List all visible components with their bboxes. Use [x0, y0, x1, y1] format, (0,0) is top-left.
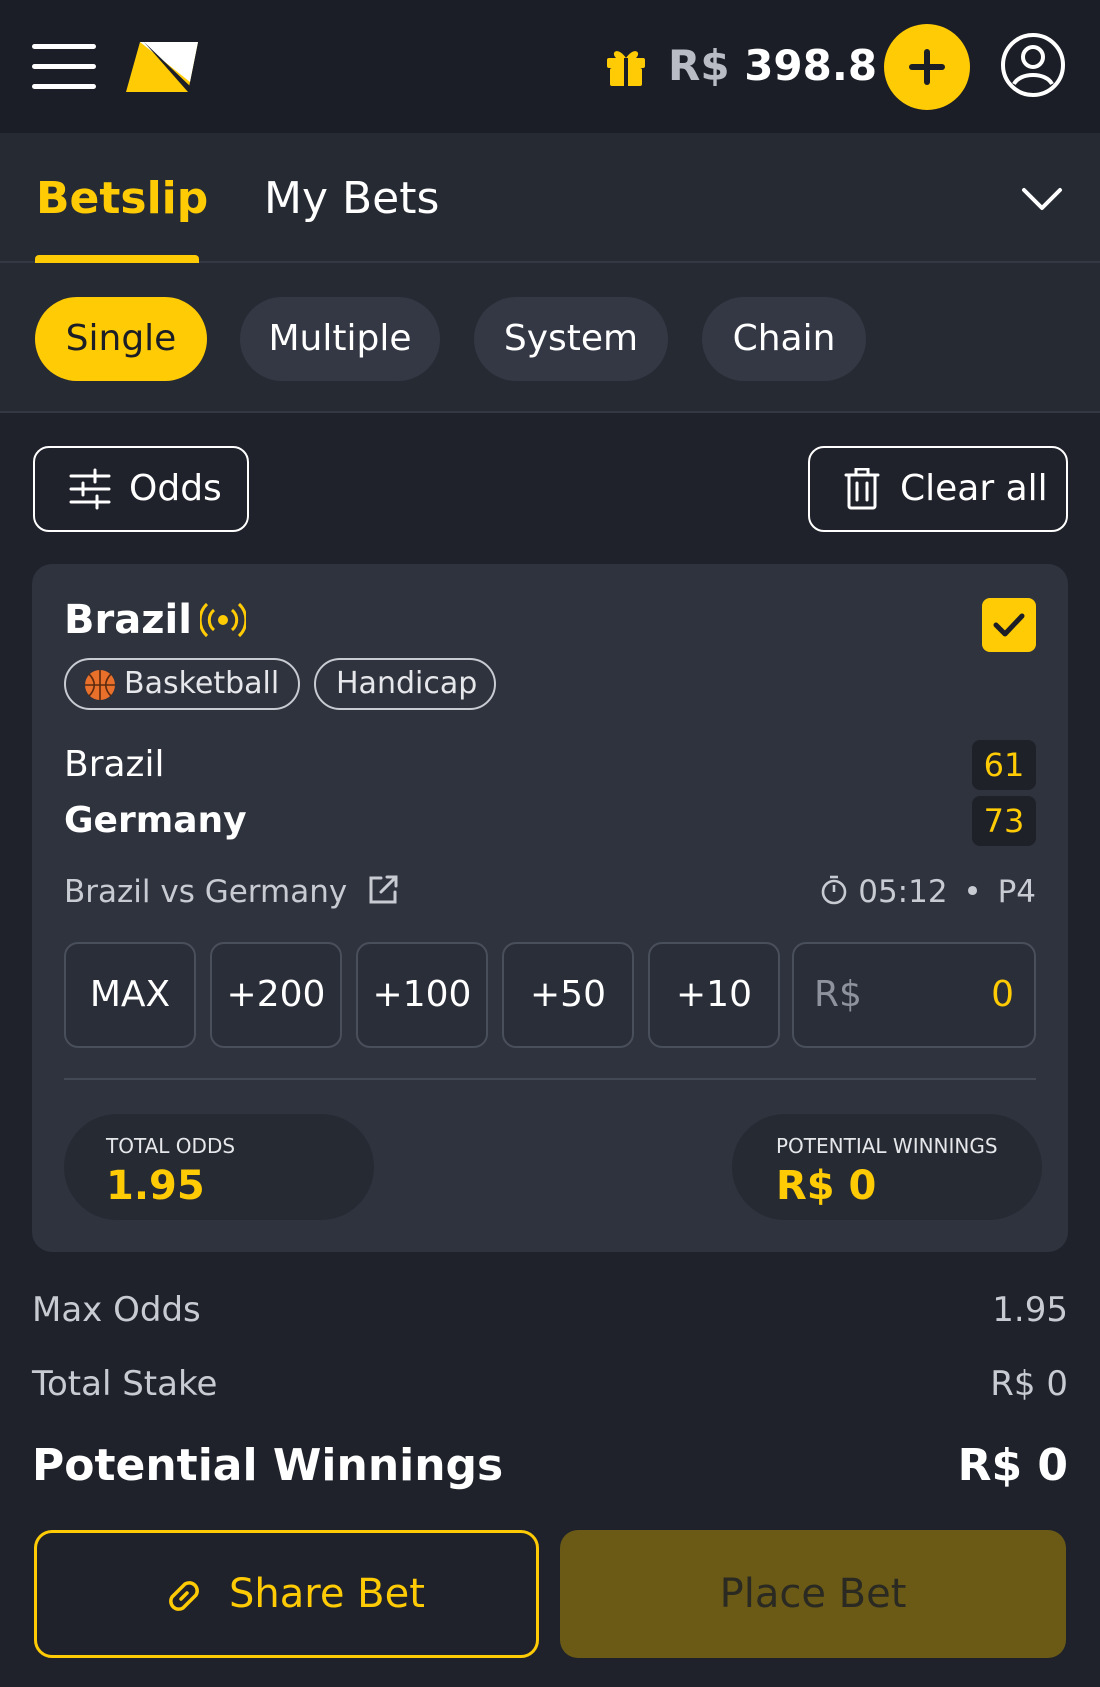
sport-tag-label: Basketball: [124, 666, 280, 701]
share-bet-label: Share Bet: [229, 1571, 425, 1617]
stake-plus-50-button[interactable]: +50: [502, 942, 634, 1048]
checkmark-icon: [993, 613, 1025, 637]
tab-my-bets[interactable]: My Bets: [264, 169, 439, 229]
gift-icon[interactable]: [604, 44, 648, 88]
sport-tag: Basketball: [64, 658, 300, 710]
total-odds-pill: TOTAL ODDS 1.95: [64, 1114, 374, 1220]
clear-all-label: Clear all: [900, 468, 1048, 509]
stake-currency: R$: [814, 974, 862, 1015]
away-team: Germany: [64, 800, 247, 841]
potential-winnings-value: R$ 0: [776, 1163, 877, 1209]
potential-winnings-row: Potential Winnings R$ 0: [32, 1436, 1068, 1496]
home-score: 61: [972, 740, 1036, 790]
match-timer: 05:12 • P4: [820, 870, 1036, 914]
basketball-icon: [85, 670, 115, 700]
top-bar: R$ 398.8: [0, 0, 1100, 133]
active-tab-indicator: [35, 255, 199, 263]
match-link[interactable]: Brazil vs Germany: [64, 870, 399, 914]
link-icon: [169, 1581, 199, 1611]
selection-title: Brazil: [64, 597, 192, 643]
market-tag: Handicap: [314, 658, 496, 710]
balance-currency: R$: [668, 41, 730, 90]
bet-type-system[interactable]: System: [474, 297, 668, 381]
deposit-button[interactable]: [884, 24, 970, 110]
bet-selection-card: Brazil Basketball Handicap Brazil German…: [32, 564, 1068, 1252]
tab-betslip[interactable]: Betslip: [36, 169, 208, 229]
total-stake-row: Total Stake R$ 0: [32, 1359, 1068, 1409]
total-odds-label: TOTAL ODDS: [106, 1134, 236, 1158]
live-broadcast-icon: [200, 602, 246, 638]
home-team: Brazil: [64, 744, 165, 785]
max-odds-value: 1.95: [992, 1290, 1068, 1330]
away-score: 73: [972, 796, 1036, 846]
bet-type-single[interactable]: Single: [35, 297, 207, 381]
stopwatch-icon: [822, 875, 847, 905]
total-odds-value: 1.95: [106, 1163, 205, 1209]
market-tag-label: Handicap: [336, 666, 478, 701]
hamburger-icon[interactable]: [32, 44, 96, 90]
chevron-down-icon[interactable]: [1018, 176, 1066, 224]
match-period: P4: [997, 874, 1036, 910]
stake-max-button[interactable]: MAX: [64, 942, 196, 1048]
summary-potential-value: R$ 0: [957, 1440, 1068, 1491]
bet-type-chain[interactable]: Chain: [702, 297, 866, 381]
bet-type-selector: Single Multiple System Chain: [0, 263, 1100, 413]
max-odds-label: Max Odds: [32, 1290, 201, 1330]
balance: R$ 398.8: [668, 36, 877, 96]
match-name: Brazil vs Germany: [64, 874, 348, 910]
balance-amount: 398.8: [744, 41, 878, 90]
odds-settings-button[interactable]: Odds: [33, 446, 249, 532]
sliders-icon: [69, 468, 111, 510]
betslip-tabs: Betslip My Bets: [0, 133, 1100, 263]
share-bet-button[interactable]: Share Bet: [34, 1530, 539, 1658]
total-stake-value: R$ 0: [990, 1364, 1068, 1404]
potential-winnings-label: POTENTIAL WINNINGS: [776, 1134, 998, 1158]
stake-plus-100-button[interactable]: +100: [356, 942, 488, 1048]
match-clock: 05:12: [858, 874, 948, 910]
stake-plus-200-button[interactable]: +200: [210, 942, 342, 1048]
odds-label: Odds: [129, 468, 222, 509]
external-link-icon: [369, 875, 398, 904]
summary-potential-label: Potential Winnings: [32, 1440, 504, 1491]
brand-logo[interactable]: [126, 42, 198, 92]
trash-icon: [844, 468, 880, 510]
stake-input[interactable]: R$ 0: [792, 942, 1036, 1048]
place-bet-button[interactable]: Place Bet: [560, 1530, 1066, 1658]
bet-type-multiple[interactable]: Multiple: [240, 297, 440, 381]
stake-value: 0: [991, 974, 1014, 1015]
potential-winnings-pill: POTENTIAL WINNINGS R$ 0: [732, 1114, 1042, 1220]
total-stake-label: Total Stake: [32, 1364, 218, 1404]
max-odds-row: Max Odds 1.95: [32, 1285, 1068, 1335]
clear-all-button[interactable]: Clear all: [808, 446, 1068, 532]
stake-plus-10-button[interactable]: +10: [648, 942, 780, 1048]
card-divider: [64, 1078, 1036, 1080]
selection-checkbox[interactable]: [982, 598, 1036, 652]
user-icon[interactable]: [1000, 32, 1066, 98]
